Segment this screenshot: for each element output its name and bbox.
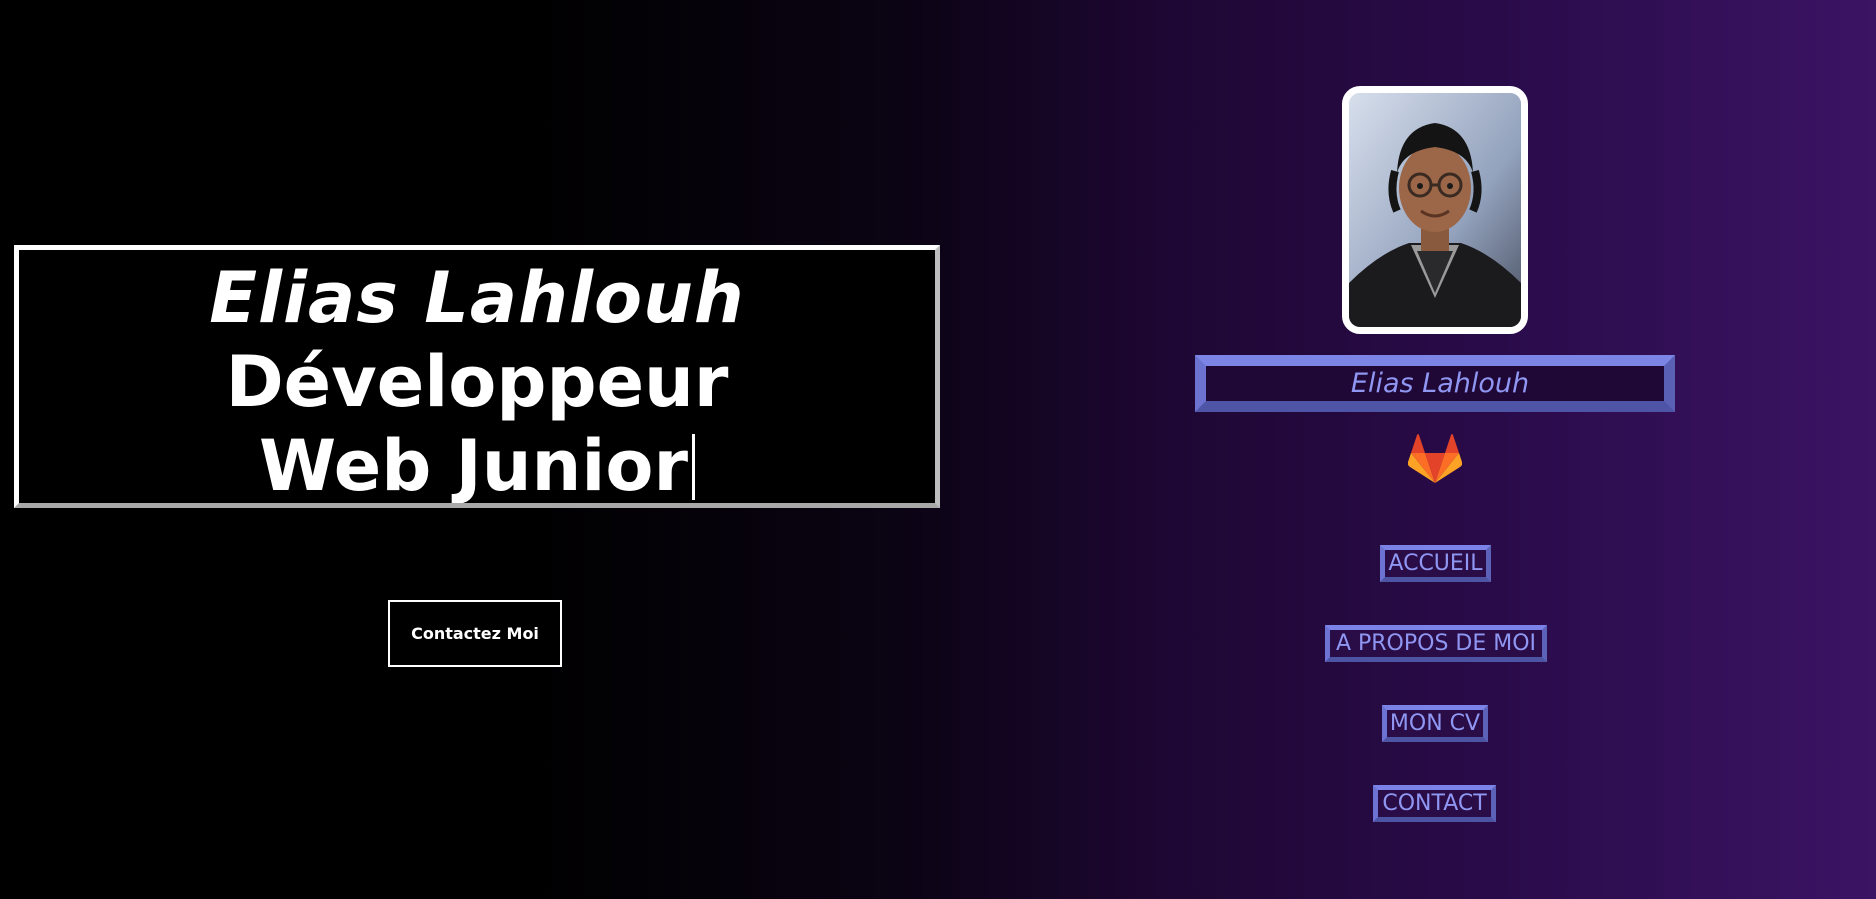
hero-name: Elias Lahlouh xyxy=(209,257,745,339)
profile-name: Elias Lahlouh xyxy=(1350,368,1530,399)
nav-link-contact[interactable]: CONTACT xyxy=(1373,785,1496,822)
contact-me-button[interactable]: Contactez Moi xyxy=(388,600,562,667)
nav-link-mon-cv[interactable]: MON CV xyxy=(1382,705,1488,742)
hero-role-text: Développeur Web Junior xyxy=(225,341,729,507)
nav-link-accueil[interactable]: ACCUEIL xyxy=(1380,545,1491,582)
profile-photo-icon xyxy=(1349,93,1521,327)
typing-cursor xyxy=(692,434,695,500)
profile-name-badge: Elias Lahlouh xyxy=(1195,355,1675,412)
nav-link-a-propos[interactable]: A PROPOS DE MOI xyxy=(1325,625,1547,662)
gitlab-icon[interactable] xyxy=(1408,434,1462,484)
avatar xyxy=(1342,86,1528,334)
hero-title-box: Elias Lahlouh Développeur Web Junior xyxy=(14,245,940,508)
hero-role: Développeur Web Junior xyxy=(169,340,785,507)
